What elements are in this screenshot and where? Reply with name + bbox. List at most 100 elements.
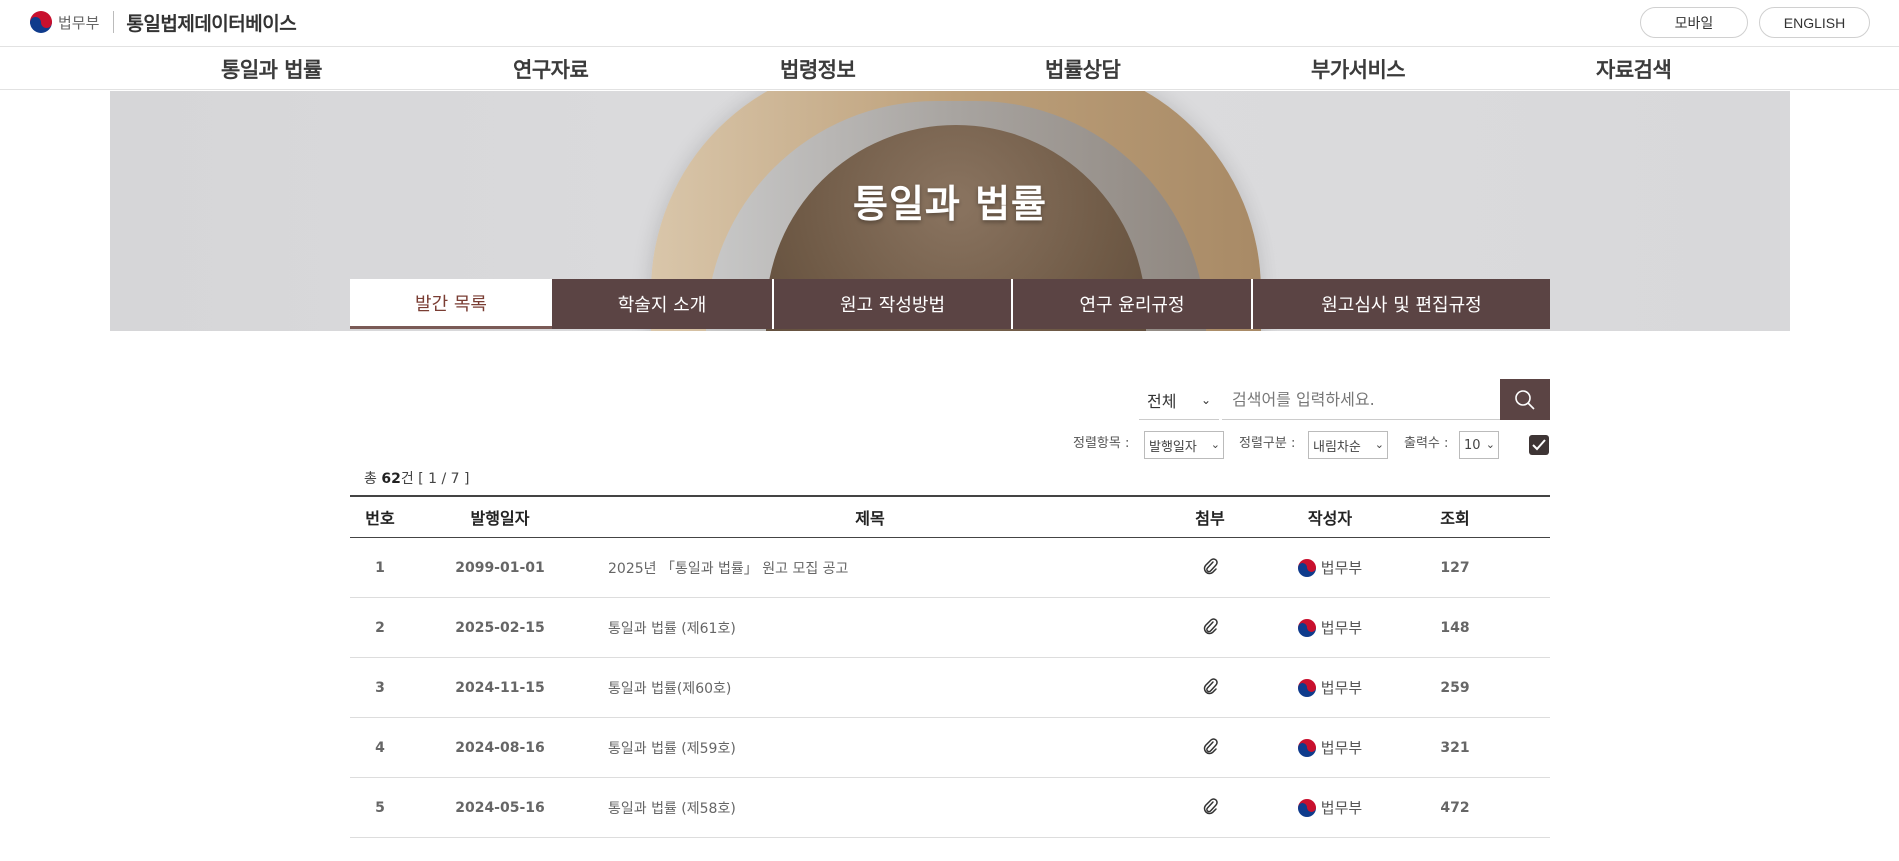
total-count: 62: [381, 471, 401, 487]
row-author: 법무부: [1270, 557, 1390, 578]
row-views: 472: [1440, 799, 1470, 816]
nav-research[interactable]: 연구자료: [513, 54, 589, 84]
main-navigation: 통일과 법률 연구자료 법령정보 법률상담 부가서비스 자료검색: [0, 48, 1899, 90]
search-input[interactable]: [1222, 380, 1500, 420]
page-title: 통일과 법률: [852, 182, 1048, 226]
row-title-link[interactable]: 통일과 법률 (제59호): [590, 738, 1150, 758]
tab-journal-intro[interactable]: 학술지 소개: [552, 279, 772, 329]
paperclip-icon: [1203, 557, 1218, 574]
english-button[interactable]: ENGLISH: [1759, 7, 1870, 38]
sort-item-select[interactable]: 발행일자 ⌄: [1144, 431, 1224, 459]
page-size-value: 10: [1464, 437, 1481, 453]
chevron-down-icon: ⌄: [1208, 438, 1220, 451]
row-views: 127: [1440, 559, 1470, 576]
tab-publication-list[interactable]: 발간 목록: [350, 279, 552, 329]
col-header-date: 발행일자: [470, 509, 530, 528]
taegeuk-emblem-icon: [1297, 678, 1316, 697]
top-bar: 법무부 통일법제데이터베이스 모바일 ENGLISH: [0, 0, 1899, 47]
paperclip-icon: [1203, 677, 1218, 694]
author-label: 법무부: [1320, 679, 1363, 697]
chevron-down-icon: ⌄: [1200, 393, 1211, 407]
page-indicator: [ 1 / 7 ]: [418, 471, 470, 487]
row-title-link[interactable]: 2025년 「통일과 법률」 원고 모집 공고: [590, 558, 1150, 578]
search-scope-value: 전체: [1147, 391, 1177, 411]
attachment-link[interactable]: [1150, 557, 1270, 579]
taegeuk-emblem-icon: [1297, 738, 1316, 757]
site-title: 통일법제데이터베이스: [126, 12, 297, 35]
row-date: 2024-08-16: [455, 739, 545, 756]
page-size-select[interactable]: 10 ⌄: [1459, 431, 1499, 459]
paperclip-icon: [1203, 737, 1218, 754]
tab-review-rules[interactable]: 원고심사 및 편집규정: [1251, 279, 1550, 329]
summary-prefix: 총: [364, 471, 377, 487]
row-views: 148: [1440, 619, 1470, 636]
col-header-number: 번호: [365, 509, 395, 528]
col-header-views: 조회: [1440, 509, 1470, 528]
col-header-title: 제목: [855, 509, 885, 528]
row-title-link[interactable]: 통일과 법률(제60호): [590, 678, 1150, 698]
row-date: 2024-05-16: [455, 799, 545, 816]
col-header-author: 작성자: [1307, 509, 1353, 528]
row-number: 3: [375, 679, 385, 696]
row-author: 법무부: [1270, 617, 1390, 638]
sort-order-value: 내림차순: [1313, 439, 1361, 455]
attachment-link[interactable]: [1150, 737, 1270, 759]
nav-legal-consult[interactable]: 법률상담: [1045, 54, 1121, 84]
row-title-link[interactable]: 통일과 법률 (제61호): [590, 618, 1150, 638]
row-number: 4: [375, 739, 385, 756]
site-logo[interactable]: 법무부 통일법제데이터베이스: [30, 10, 297, 35]
logo-divider: [113, 11, 115, 33]
search-icon: [1515, 389, 1535, 410]
sort-item-label: 정렬항목 :: [1073, 436, 1130, 451]
ministry-label: 법무부: [58, 13, 100, 32]
check-icon: [1532, 439, 1546, 451]
author-label: 법무부: [1320, 559, 1363, 577]
table-row[interactable]: 3 2024-11-15 통일과 법률(제60호) 법무부 259: [350, 658, 1550, 718]
search-scope-select[interactable]: 전체 ⌄: [1139, 380, 1219, 420]
sort-order-label: 정렬구분 :: [1239, 436, 1296, 451]
row-views: 259: [1440, 679, 1470, 696]
nav-law-info[interactable]: 법령정보: [780, 54, 856, 84]
author-label: 법무부: [1320, 619, 1363, 637]
sub-tabs: 발간 목록 학술지 소개 원고 작성방법 연구 윤리규정 원고심사 및 편집규정: [350, 279, 1550, 329]
row-author: 법무부: [1270, 737, 1390, 758]
sort-order-select[interactable]: 내림차순 ⌄: [1308, 431, 1388, 459]
row-date: 2024-11-15: [455, 679, 545, 696]
nav-extra-services[interactable]: 부가서비스: [1311, 54, 1406, 84]
taegeuk-emblem-icon: [1297, 798, 1316, 817]
nav-data-search[interactable]: 자료검색: [1596, 54, 1672, 84]
row-date: 2099-01-01: [455, 559, 545, 576]
attachment-link[interactable]: [1150, 797, 1270, 819]
author-label: 법무부: [1320, 799, 1363, 817]
row-views: 321: [1440, 739, 1470, 756]
table-row[interactable]: 2 2025-02-15 통일과 법률 (제61호) 법무부 148: [350, 598, 1550, 658]
taegeuk-emblem-icon: [30, 11, 52, 33]
result-summary: 총 62건 [ 1 / 7 ]: [364, 468, 469, 488]
table-body: 1 2099-01-01 2025년 「통일과 법률」 원고 모집 공고 법무부 127…: [350, 538, 1550, 838]
mobile-button[interactable]: 모바일: [1640, 7, 1748, 38]
col-header-attachment: 첨부: [1195, 509, 1225, 528]
row-number: 1: [375, 559, 385, 576]
search-button[interactable]: [1500, 379, 1550, 420]
summary-suffix: 건: [400, 471, 414, 487]
attachment-link[interactable]: [1150, 617, 1270, 639]
page-size-label: 출력수 :: [1404, 436, 1449, 451]
tab-research-ethics[interactable]: 연구 윤리규정: [1011, 279, 1251, 329]
author-label: 법무부: [1320, 739, 1363, 757]
tab-manuscript-guide[interactable]: 원고 작성방법: [772, 279, 1011, 329]
row-author: 법무부: [1270, 677, 1390, 698]
row-number: 5: [375, 799, 385, 816]
chevron-down-icon: ⌄: [1372, 438, 1384, 451]
nav-unification-law[interactable]: 통일과 법률: [221, 54, 322, 84]
table-row[interactable]: 5 2024-05-16 통일과 법률 (제58호) 법무부 472: [350, 778, 1550, 838]
table-row[interactable]: 1 2099-01-01 2025년 「통일과 법률」 원고 모집 공고 법무부 127: [350, 538, 1550, 598]
row-title-link[interactable]: 통일과 법률 (제58호): [590, 798, 1150, 818]
chevron-down-icon: ⌄: [1483, 438, 1495, 451]
paperclip-icon: [1203, 797, 1218, 814]
table-row[interactable]: 4 2024-08-16 통일과 법률 (제59호) 법무부 321: [350, 718, 1550, 778]
row-number: 2: [375, 619, 385, 636]
attachment-link[interactable]: [1150, 677, 1270, 699]
apply-sort-checkbox[interactable]: [1529, 435, 1549, 455]
table-header: 번호 발행일자 제목 첨부 작성자 조회: [350, 495, 1550, 538]
publication-table: 번호 발행일자 제목 첨부 작성자 조회 1 2099-01-01 2025년 「통…: [350, 495, 1550, 838]
